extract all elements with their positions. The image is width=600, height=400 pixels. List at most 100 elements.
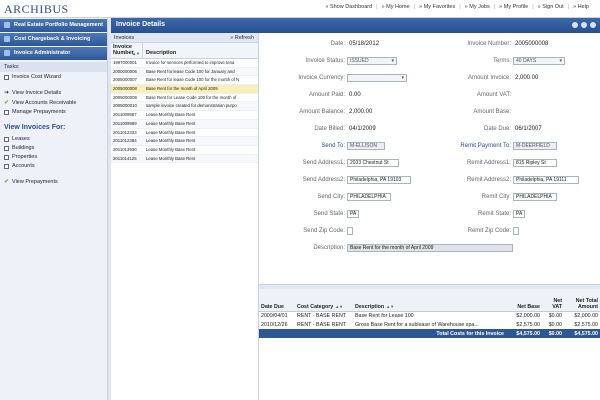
email-icon[interactable] (590, 22, 596, 28)
task-invoice-cost-wizard[interactable]: Invoice Cost Wizard (0, 72, 107, 81)
table-row-selected[interactable]: 2005000008 Base Rent for the month of Apr… (111, 85, 258, 94)
task-label: Leases (12, 136, 30, 142)
sign-out-link[interactable]: » Sign Out (535, 4, 567, 10)
date-due-value: 06/1/2007 (515, 126, 542, 132)
col-date-due[interactable]: Date Due (259, 289, 295, 312)
table-row[interactable]: 2009/04/01 RENT - BASE RENT Base Rent fo… (259, 311, 600, 320)
total-label: Total Costs for this Invoice (259, 329, 506, 338)
cost-category-cell: RENT - BASE RENT (297, 312, 347, 319)
send-zip-field[interactable] (347, 227, 353, 235)
table-row[interactable]: 2011012333 Lease Monthly Base Rent (111, 129, 258, 138)
send-address2-field[interactable]: Philadelphia, PA 19103 (347, 176, 411, 184)
terms-select[interactable]: 40 DAYS (513, 57, 565, 65)
col-invoice-number[interactable]: Invoice Number ▲▼ (111, 43, 143, 58)
send-city-label: Send City: (317, 194, 345, 200)
remit-city-field[interactable]: PHILADELPHIA (513, 193, 557, 201)
table-row[interactable]: 2011012384 Lease Monthly Base Rent (111, 137, 258, 146)
send-address1-field[interactable]: 2033 Chestnut St (347, 159, 399, 167)
my-favorites-link[interactable]: » My Favorites (416, 4, 458, 10)
task-manage-prepayments[interactable]: Manage Prepayments (0, 107, 107, 116)
checkbox-icon (4, 136, 9, 142)
invoice-desc-cell: Base Rent for Lease Code 100 for the mon… (146, 94, 237, 100)
col-net-total-amount[interactable]: Net Total Amount (564, 289, 600, 312)
col-net-base[interactable]: Net Base (506, 289, 542, 312)
table-row[interactable]: 1997000001 Invoice for services performed… (111, 59, 258, 68)
print-icon[interactable] (581, 22, 587, 28)
col-label: Description (146, 50, 177, 56)
invoice-number-label: Invoice Number: (467, 41, 511, 47)
col-label: Net Total Amount (575, 297, 598, 310)
invoice-desc-cell: Lease Monthly Base Rent (146, 112, 196, 118)
send-to-field[interactable]: M-ELLISON (347, 142, 385, 150)
total-row: Total Costs for this Invoice $4,575.00 $… (259, 329, 600, 338)
table-row[interactable]: 2011009989 Lease Monthly Base Rent (111, 119, 258, 129)
table-row[interactable]: 2005000009 Base Rent for Lease Code 100 f… (111, 94, 258, 103)
net-total-cell: $2,000.00 (574, 312, 598, 319)
invoice-status-select[interactable]: ISSUED (347, 57, 397, 65)
remit-state-field[interactable]: PA (513, 210, 525, 218)
col-description[interactable]: Description ▲▼ (353, 289, 506, 312)
invoice-number-cell: 2005000008 (113, 86, 137, 92)
view-for-leases[interactable]: Leases (0, 134, 107, 143)
table-row[interactable]: 2011014125 Lease Monthly Base Rent (111, 154, 258, 164)
table-row[interactable]: 2005000007 Base Rent for lease Code 100 f… (111, 76, 258, 86)
invoice-desc-cell: Invoice for services performed to improv… (146, 60, 235, 65)
view-for-buildings[interactable]: Buildings (0, 143, 107, 152)
remit-state-label: Remit State: (477, 211, 511, 217)
invoices-title: Invoices (114, 35, 135, 41)
send-city-field[interactable]: PHILADELPHIA (347, 193, 391, 201)
my-jobs-link[interactable]: » My Jobs (462, 4, 493, 10)
col-label: Invoice Number (113, 44, 134, 56)
task-view-prepayments[interactable]: ✔ View Prepayments (0, 176, 107, 186)
col-label: Net VAT (552, 297, 562, 310)
nav-invoice-administrator[interactable]: Invoice Administrator (0, 47, 107, 60)
table-row[interactable]: 2011013930 Lease Monthly Base Rent (111, 146, 258, 155)
user-icon (4, 50, 10, 56)
table-row[interactable]: 2005000010 sample invoice created for dem… (111, 102, 258, 112)
remit-zip-field[interactable] (513, 227, 519, 235)
remit-payment-to-link[interactable]: Remit Payment To: (429, 143, 511, 149)
refresh-icon[interactable] (572, 22, 578, 28)
remit-address1-label: Remit Address1: (466, 160, 511, 166)
task-view-invoice-details[interactable]: ➜ View Invoice Details (0, 87, 107, 97)
date-due-label: Date Due: (483, 126, 511, 132)
task-view-accounts-receivable[interactable]: ✔ View Accounts Receivable (0, 97, 107, 107)
remit-payment-to-field[interactable]: M-DEERFIELD (513, 142, 557, 150)
invoice-currency-select[interactable] (347, 74, 407, 82)
nav-real-estate-portfolio[interactable]: Real Estate Portfolio Management (0, 19, 107, 32)
sort-icon: ▲▼ (132, 51, 140, 56)
view-for-properties[interactable]: Properties (0, 152, 107, 161)
col-cost-category[interactable]: Cost Category ▲▼ (295, 289, 353, 312)
total-net-base: $4,575.00 (506, 329, 542, 338)
task-label: View Accounts Receivable (12, 99, 77, 106)
nav-cost-chargeback[interactable]: Cost Chargeback & Invoicing (0, 33, 107, 46)
invoice-desc-cell: Base Rent for lease Code 100 for the mon… (146, 77, 240, 83)
date-label: Date: (330, 41, 345, 47)
amount-balance-value: 2,000.00 (349, 109, 373, 115)
view-for-accounts[interactable]: Accounts (0, 161, 107, 170)
col-label: Cost Category (297, 303, 334, 310)
sort-icon: ▲▼ (335, 303, 344, 309)
col-description[interactable]: Description (143, 43, 258, 58)
table-row[interactable]: 2010/12/26 RENT - BASE RENT Gross Base R… (259, 320, 600, 329)
description-field[interactable]: Base Rent for the month of April 2009 (347, 244, 513, 252)
remit-address2-field[interactable]: Philadelphia, PA 19111 (513, 176, 579, 184)
invoice-desc-cell: Lease Monthly Base Rent (146, 146, 196, 152)
refresh-link[interactable]: » Refresh (230, 35, 254, 41)
remit-address1-field[interactable]: 815 Ripley St (513, 159, 557, 167)
nav-label: Invoice Administrator (14, 50, 71, 56)
send-state-field[interactable]: PA (347, 210, 359, 218)
my-profile-link[interactable]: » My Profile (496, 4, 531, 10)
my-home-link[interactable]: » My Home (379, 4, 413, 10)
invoice-number-cell: 2011009987 (113, 112, 137, 118)
col-net-vat[interactable]: Net VAT (542, 289, 564, 312)
invoice-number-cell: 2005000007 (113, 77, 137, 83)
table-row[interactable]: 2011009987 Lease Monthly Base Rent (111, 111, 258, 120)
show-dashboard-link[interactable]: » Show Dashboard (322, 4, 375, 10)
invoice-number-cell: 2000000006 (113, 68, 137, 74)
task-label: Properties (12, 154, 38, 160)
date-due-cell: 2010/12/26 (261, 321, 288, 328)
help-link[interactable]: » Help (570, 4, 592, 10)
send-to-link[interactable]: Send To: (259, 143, 345, 149)
table-row[interactable]: 2000000006 Base Rent for lease Code 100 f… (111, 67, 258, 77)
